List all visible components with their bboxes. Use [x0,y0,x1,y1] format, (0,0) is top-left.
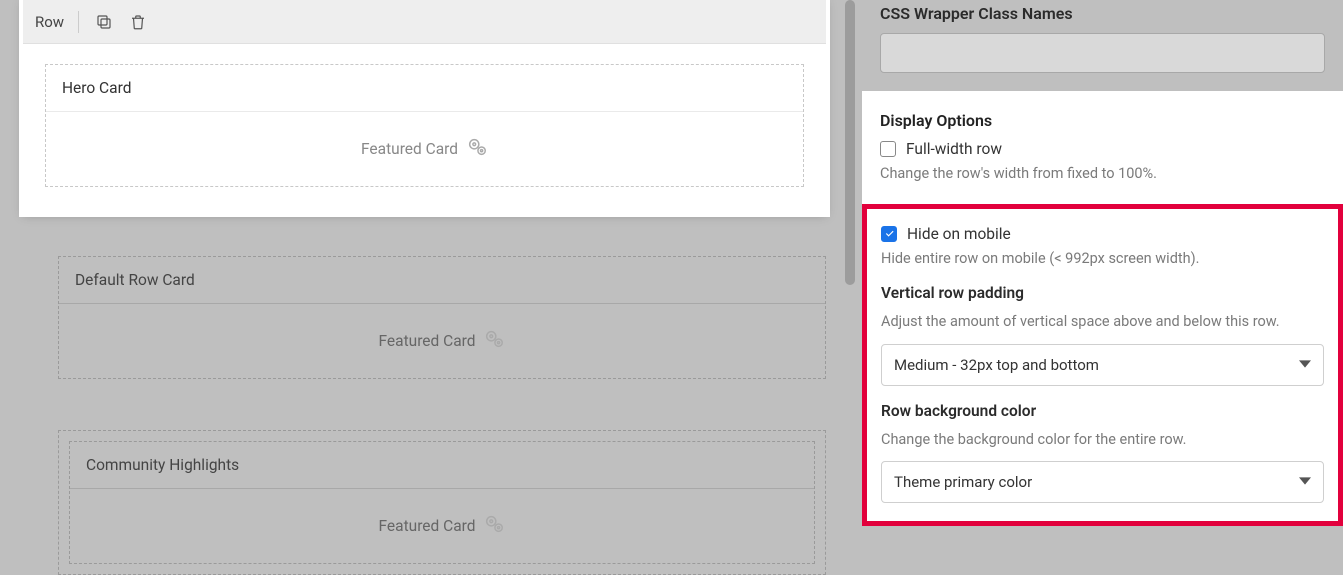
card-slot[interactable]: Featured Card [59,304,825,378]
bg-color-value: Theme primary color [894,473,1032,491]
divider [78,11,79,33]
bg-color-block: Row background color Change the backgrou… [881,402,1324,504]
hide-mobile-help: Hide entire row on mobile (< 992px scree… [881,249,1324,269]
caret-down-icon [1299,356,1311,374]
vertical-padding-label: Vertical row padding [881,284,1324,302]
caret-down-icon [1299,473,1311,491]
css-wrapper-label: CSS Wrapper Class Names [880,4,1325,23]
section-css-wrapper: CSS Wrapper Class Names [862,4,1343,91]
row-selected[interactable]: Row Hero Card Featured Card [23,0,826,213]
scrollbar-track[interactable] [845,0,855,565]
display-options-label: Display Options [880,111,1325,130]
bg-color-select[interactable]: Theme primary color [881,461,1324,503]
vertical-padding-block: Vertical row padding Adjust the amount o… [881,284,1324,386]
vertical-padding-select[interactable]: Medium - 32px top and bottom [881,344,1324,386]
slot-label: Featured Card [379,517,476,535]
card-hero[interactable]: Hero Card Featured Card [45,64,804,187]
card-slot[interactable]: Featured Card [70,489,814,563]
scrollbar-thumb[interactable] [845,0,855,285]
slot-label: Featured Card [361,140,458,158]
checkbox-checked-icon[interactable] [881,226,897,242]
gears-icon [483,513,505,539]
row-body: Hero Card Featured Card [23,44,826,213]
full-width-help: Change the row's width from fixed to 100… [880,164,1325,184]
row-header: Row [23,0,826,44]
hide-mobile-option[interactable]: Hide on mobile [881,225,1324,243]
card-title: Hero Card [46,65,803,112]
slot-label: Featured Card [379,332,476,350]
row-community-outer[interactable]: Community Highlights Featured Card [58,430,826,575]
copy-icon[interactable] [93,11,115,33]
trash-icon[interactable] [127,11,149,33]
card-title: Community Highlights [70,442,814,489]
card-slot[interactable]: Featured Card [46,112,803,186]
layout-canvas: Row Hero Card Featured Card Defau [0,0,850,565]
highlighted-settings: Hide on mobile Hide entire row on mobile… [862,204,1343,527]
hide-mobile-label: Hide on mobile [907,225,1011,243]
css-wrapper-input[interactable] [880,33,1325,73]
settings-panel: CSS Wrapper Class Names Display Options … [862,0,1343,565]
row-community-inner: Community Highlights Featured Card [69,441,815,564]
row-default[interactable]: Default Row Card Featured Card [58,256,826,379]
gears-icon [466,136,488,162]
checkbox-unchecked-icon[interactable] [880,141,896,157]
row-type-label: Row [35,13,64,31]
vertical-padding-value: Medium - 32px top and bottom [894,356,1099,374]
bg-color-label: Row background color [881,402,1324,420]
full-width-label: Full-width row [906,140,1002,158]
section-display-options: Display Options Full-width row Change th… [862,91,1343,204]
card-title: Default Row Card [59,257,825,304]
gears-icon [483,328,505,354]
vertical-padding-help: Adjust the amount of vertical space abov… [881,312,1324,332]
full-width-option[interactable]: Full-width row [880,140,1325,158]
bg-color-help: Change the background color for the enti… [881,430,1324,450]
